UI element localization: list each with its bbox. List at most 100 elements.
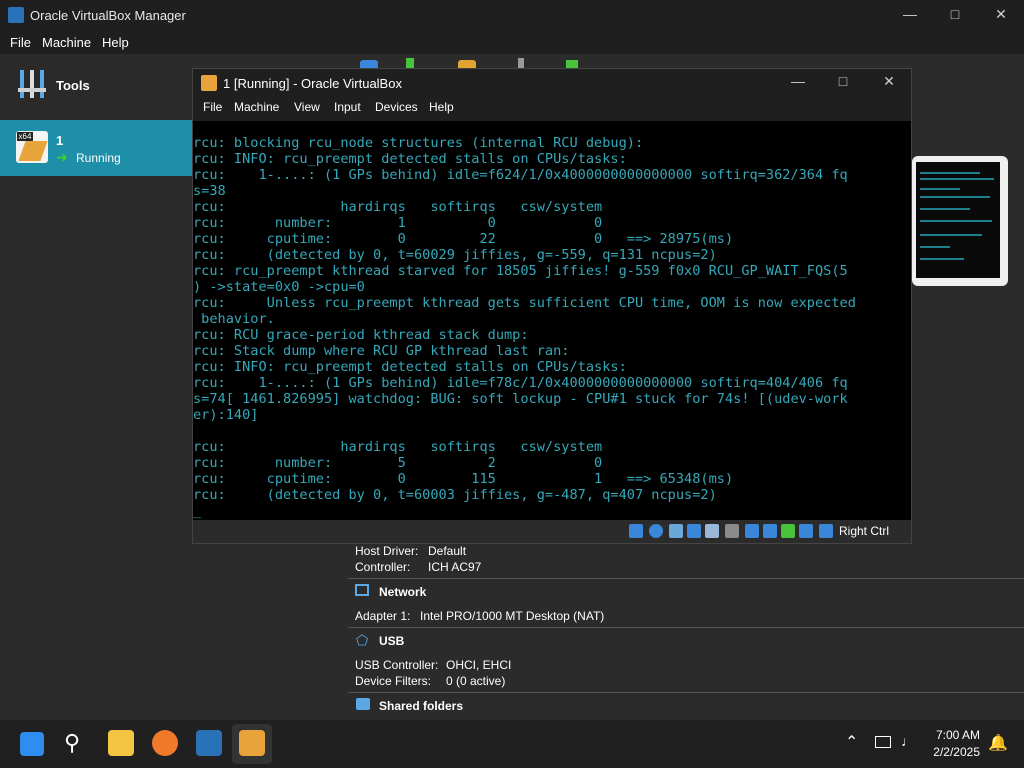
vm-menu-bar: File Machine View Input Devices Help <box>193 97 911 121</box>
notifications-icon[interactable]: 🔔 <box>988 733 1008 753</box>
menu-machine[interactable]: Machine <box>42 35 91 50</box>
console-line: _ <box>193 503 202 519</box>
vm-minimize-icon[interactable]: — <box>775 73 821 89</box>
device-filters-value: 0 (0 active) <box>446 674 506 688</box>
firefox-icon[interactable] <box>152 730 178 756</box>
network-heading[interactable]: Network <box>379 585 426 599</box>
console-line: rcu: 1-....: (1 GPs behind) idle=f624/1/… <box>193 167 848 183</box>
keyboard-icon[interactable] <box>819 524 833 538</box>
clock-time[interactable]: 7:00 AM <box>936 728 980 742</box>
vm-close-icon[interactable]: ✕ <box>866 73 912 90</box>
file-explorer-icon[interactable] <box>108 730 134 756</box>
vm-os-icon: x64 <box>16 131 48 163</box>
shared-folder-status-icon[interactable] <box>725 524 739 538</box>
recording-icon[interactable] <box>763 524 777 538</box>
shared-folders-heading[interactable]: Shared folders <box>379 699 463 713</box>
taskbar: ⚲ ⌃ ♩ 7:00 AM 2/2/2025 🔔 <box>0 720 1024 768</box>
console-line: rcu: hardirqs softirqs csw/system <box>193 199 603 215</box>
console-line: rcu: hardirqs softirqs csw/system <box>193 439 603 455</box>
vm-title-bar: 1 [Running] - Oracle VirtualBox — □ ✕ <box>193 69 911 97</box>
vm-taskbar-icon[interactable] <box>239 730 265 756</box>
vm-menu-devices[interactable]: Devices <box>375 100 418 114</box>
audio-host-driver-value: Default <box>428 544 467 558</box>
console-line: rcu: RCU grace-period kthread stack dump… <box>193 327 529 343</box>
manager-title-bar: Oracle VirtualBox Manager — □ ✕ <box>0 0 1024 30</box>
optical-drive-icon[interactable] <box>649 524 663 538</box>
console-line: rcu: (detected by 0, t=60003 jiffies, g=… <box>193 487 717 503</box>
virtualbox-logo-icon <box>8 7 24 23</box>
console-line: rcu: cputime: 0 22 0 ==> 28975(ms) <box>193 231 734 247</box>
network-status-icon[interactable] <box>687 524 701 538</box>
manager-title: Oracle VirtualBox Manager <box>30 8 186 23</box>
audio-controller-label: Controller: <box>355 560 411 574</box>
clock-date[interactable]: 2/2/2025 <box>933 745 980 759</box>
usb-heading[interactable]: USB <box>379 634 404 648</box>
vm-preview-thumbnail <box>912 156 1008 286</box>
tools-icon <box>18 70 46 98</box>
console-output: rcu: blocking rcu_node structures (inter… <box>193 121 911 519</box>
console-line: rcu: INFO: rcu_preempt detected stalls o… <box>193 359 627 375</box>
console-line: rcu: number: 1 0 0 <box>193 215 603 231</box>
maximize-icon[interactable]: □ <box>932 6 978 22</box>
menu-file[interactable]: File <box>10 35 31 50</box>
vm-menu-file[interactable]: File <box>203 100 222 114</box>
console-line: rcu: number: 5 2 0 <box>193 455 603 471</box>
console-line: rcu: (detected by 0, t=60029 jiffies, g=… <box>193 247 717 263</box>
tools-item[interactable]: Tools <box>0 62 192 112</box>
console-line: er):140] <box>193 407 259 423</box>
usb-icon: ⬠ <box>356 632 369 648</box>
audio-host-driver-label: Host Driver: <box>355 544 419 558</box>
usb-controller-value: OHCI, EHCI <box>446 658 512 672</box>
console-line: rcu: Stack dump where RCU GP kthread las… <box>193 343 570 359</box>
volume-tray-icon[interactable]: ♩ <box>901 733 915 749</box>
vm-status-bar: Right Ctrl <box>193 520 911 543</box>
vm-list-item[interactable]: x64 1 ➜ Running <box>0 120 192 176</box>
adapter-value: Intel PRO/1000 MT Desktop (NAT) <box>420 609 605 623</box>
guest-console[interactable]: rcu: blocking rcu_node structures (inter… <box>193 121 911 520</box>
shared-folders-icon <box>356 698 370 710</box>
vm-state: Running <box>76 151 121 165</box>
console-line: s=38 <box>193 183 226 199</box>
menu-help[interactable]: Help <box>102 35 129 50</box>
console-line: s=74[ 1461.826995] watchdog: BUG: soft l… <box>193 391 848 407</box>
vm-menu-help[interactable]: Help <box>429 100 454 114</box>
start-windows-icon[interactable] <box>20 732 44 756</box>
adapter-label: Adapter 1: <box>355 609 411 623</box>
console-line: rcu: 1-....: (1 GPs behind) idle=f78c/1/… <box>193 375 848 391</box>
running-arrow-icon: ➜ <box>56 149 68 165</box>
usb-controller-label: USB Controller: <box>355 658 439 672</box>
virtualbox-taskbar-icon[interactable] <box>196 730 222 756</box>
cpu-icon[interactable] <box>781 524 795 538</box>
chevron-up-icon[interactable]: ⌃ <box>845 732 858 752</box>
manager-menu-bar: File Machine Help <box>0 30 1024 54</box>
console-line: rcu: blocking rcu_node structures (inter… <box>193 135 644 151</box>
hard-disk-icon[interactable] <box>629 524 643 538</box>
search-icon[interactable]: ⚲ <box>64 730 80 756</box>
vm-window: 1 [Running] - Oracle VirtualBox — □ ✕ Fi… <box>192 68 912 544</box>
vm-name: 1 <box>56 133 64 148</box>
vm-menu-input[interactable]: Input <box>334 100 361 114</box>
console-line: rcu: Unless rcu_preempt kthread gets suf… <box>193 295 856 311</box>
network-icon <box>355 584 369 596</box>
mouse-integration-icon[interactable] <box>799 524 813 538</box>
audio-controller-value: ICH AC97 <box>428 560 482 574</box>
audio-icon[interactable] <box>669 524 683 538</box>
vm-menu-machine[interactable]: Machine <box>234 100 279 114</box>
console-line: behavior. <box>193 311 275 327</box>
usb-status-icon[interactable] <box>705 524 719 538</box>
display-icon[interactable] <box>745 524 759 538</box>
vm-window-title: 1 [Running] - Oracle VirtualBox <box>223 76 402 91</box>
network-tray-icon[interactable] <box>875 736 891 748</box>
close-icon[interactable]: ✕ <box>978 6 1024 23</box>
console-line: rcu: cputime: 0 115 1 ==> 65348(ms) <box>193 471 734 487</box>
console-line: rcu: INFO: rcu_preempt detected stalls o… <box>193 151 627 167</box>
console-line: rcu: rcu_preempt kthread starved for 185… <box>193 263 848 279</box>
tools-label: Tools <box>56 78 90 93</box>
vm-window-icon <box>201 75 217 91</box>
vm-menu-view[interactable]: View <box>294 100 320 114</box>
preview-screen <box>916 162 1000 278</box>
console-line: ) ->state=0x0 ->cpu=0 <box>193 279 365 295</box>
vm-maximize-icon[interactable]: □ <box>820 73 866 89</box>
minimize-icon[interactable]: — <box>887 6 933 22</box>
